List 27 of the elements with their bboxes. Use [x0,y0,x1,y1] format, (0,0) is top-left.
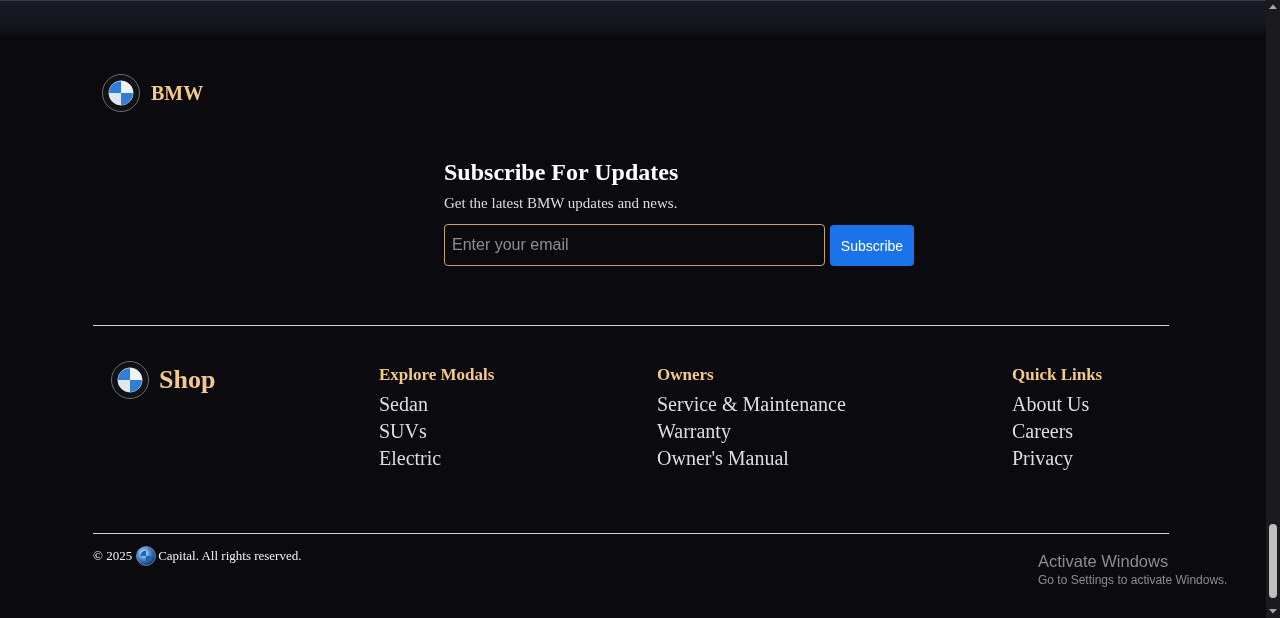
footer-link[interactable]: Privacy [1012,445,1074,472]
scrollbar-track[interactable] [1266,0,1280,618]
footer-brand: Shop [159,365,216,395]
copyright-text: Capital. All rights reserved. [158,548,302,564]
copyright-year: © 2025 [93,548,133,564]
scrollbar-thumb[interactable] [1269,524,1277,598]
email-field[interactable]: Enter your email [444,224,825,266]
subscribe-subtitle: Get the latest BMW updates and news. [444,194,678,212]
footer-link[interactable]: About Us [1012,391,1090,418]
logo-icon [111,361,149,399]
logo-icon[interactable] [102,74,140,112]
footer-link[interactable]: Service & Maintenance [657,391,846,418]
column-heading: Explore Modals [379,365,495,385]
footer-link[interactable]: Warranty [657,418,731,445]
emblem-icon [136,546,157,566]
activation-title: Activate Windows [1038,551,1169,572]
footer-link[interactable]: Owner's Manual [657,445,789,472]
subscribe-heading: Subscribe For Updates [444,158,679,186]
footer-link[interactable]: Careers [1012,418,1074,445]
footer-link[interactable]: SUVs [379,418,427,445]
footer-link[interactable]: Electric [379,445,442,472]
activation-message: Go to Settings to activate Windows. [1038,572,1228,588]
footer-link[interactable]: Sedan [379,391,428,418]
column-heading: Owners [657,365,714,385]
subscribe-button[interactable]: Subscribe [830,225,914,266]
brand-link[interactable]: BMW [151,81,204,105]
column-heading: Quick Links [1012,365,1103,385]
